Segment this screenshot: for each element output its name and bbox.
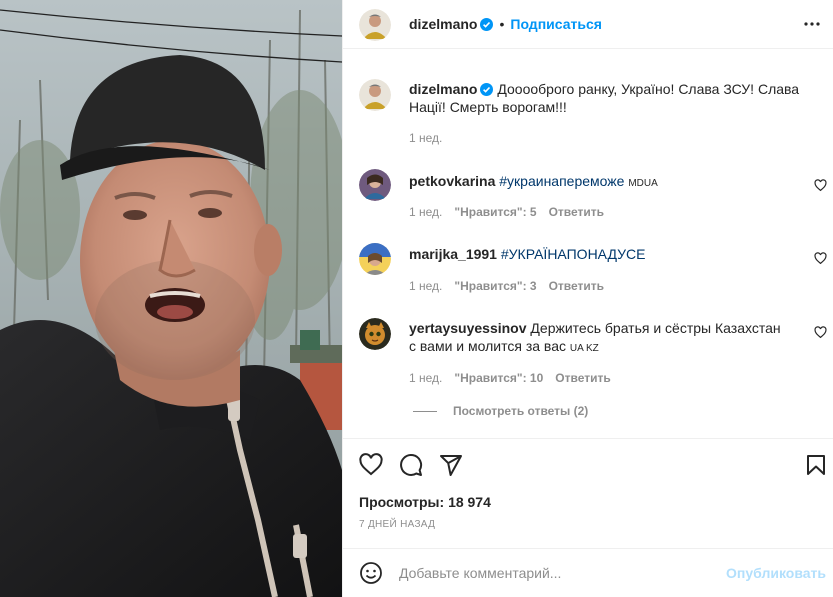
comment-suffix: UA KZ [569, 343, 599, 354]
more-options-icon[interactable] [802, 12, 822, 32]
video-frame-illustration [0, 0, 342, 597]
comment-time[interactable]: 1 нед. [409, 279, 442, 293]
comment-username[interactable]: marijka_1991 [409, 246, 497, 262]
share-icon[interactable] [439, 453, 463, 477]
post-details-panel: dizelmano • Подписаться dizelmano Дооообро… [342, 0, 833, 597]
separator-dot: • [499, 16, 505, 32]
view-replies-label: Посмотреть ответы (2) [453, 404, 589, 418]
reply-button[interactable]: Ответить [549, 279, 604, 293]
comment-3-meta: 1 нед. "Нравится": 10 Ответить [409, 371, 623, 385]
reply-button[interactable]: Ответить [555, 371, 610, 385]
views-label: Просмотры: [359, 494, 445, 510]
comment-avatar[interactable] [359, 318, 391, 350]
comment-likes[interactable]: "Нравится": 10 [454, 371, 543, 385]
comment-3: yertaysuyessinov Держитесь братья и сёст… [409, 319, 789, 358]
emoji-icon[interactable] [359, 561, 383, 585]
comment-username[interactable]: yertaysuyessinov [409, 320, 527, 336]
author-avatar[interactable] [359, 9, 391, 41]
follow-button[interactable]: Подписаться [510, 16, 602, 32]
heart-icon[interactable] [359, 453, 383, 477]
view-replies-button[interactable]: Посмотреть ответы (2) [413, 404, 588, 418]
comment-hashtag[interactable]: #УКРАЇНАПОНАДУСЕ [501, 246, 646, 262]
comment-like-heart-icon[interactable] [814, 326, 827, 339]
caption-time[interactable]: 1 нед. [409, 131, 442, 145]
comment-avatar[interactable] [359, 169, 391, 201]
caption-meta: 1 нед. [409, 131, 454, 145]
publish-button[interactable]: Опубликовать [726, 565, 826, 581]
post-video[interactable] [0, 0, 342, 597]
comment-time[interactable]: 1 нед. [409, 205, 442, 219]
caption-text: dizelmano Дооооброго ранку, Україно! Сла… [409, 80, 819, 116]
comment-input[interactable] [399, 561, 719, 585]
caption-username[interactable]: dizelmano [409, 81, 477, 97]
reply-button[interactable]: Ответить [549, 205, 604, 219]
comment-hashtag[interactable]: #украинапереможе [499, 173, 624, 189]
views-number: 18 974 [448, 494, 491, 510]
verified-badge-icon [480, 18, 494, 31]
comment-2: marijka_1991 #УКРАЇНАПОНАДУСЕ [409, 245, 645, 263]
comment-1: petkovkarina #украинапереможе MD⁠UA [409, 172, 658, 193]
comment-time[interactable]: 1 нед. [409, 371, 442, 385]
post-actions-section: Просмотры: 18 974 7 ДНЕЙ НАЗАД [343, 438, 833, 548]
comment-likes[interactable]: "Нравится": 5 [454, 205, 536, 219]
verified-badge-icon [480, 82, 494, 96]
header-user-line: dizelmano • Подписаться [409, 16, 602, 32]
comment-2-meta: 1 нед. "Нравится": 3 Ответить [409, 279, 616, 293]
comment-suffix: MD⁠UA [628, 178, 658, 189]
replies-divider-line [413, 411, 437, 413]
comment-username[interactable]: petkovkarina [409, 173, 495, 189]
post-header: dizelmano • Подписаться [343, 0, 833, 49]
comment-avatar[interactable] [359, 243, 391, 275]
comment-icon[interactable] [399, 453, 423, 477]
comment-like-heart-icon[interactable] [814, 252, 827, 265]
post-date[interactable]: 7 ДНЕЙ НАЗАД [359, 519, 435, 530]
add-comment-bar: Опубликовать [343, 548, 833, 597]
author-username[interactable]: dizelmano [409, 16, 477, 32]
view-count[interactable]: Просмотры: 18 974 [359, 494, 491, 510]
comment-likes[interactable]: "Нравится": 3 [454, 279, 536, 293]
comment-1-meta: 1 нед. "Нравится": 5 Ответить [409, 205, 616, 219]
bookmark-icon[interactable] [804, 453, 828, 477]
comment-like-heart-icon[interactable] [814, 179, 827, 192]
caption-author-avatar[interactable] [359, 79, 391, 111]
